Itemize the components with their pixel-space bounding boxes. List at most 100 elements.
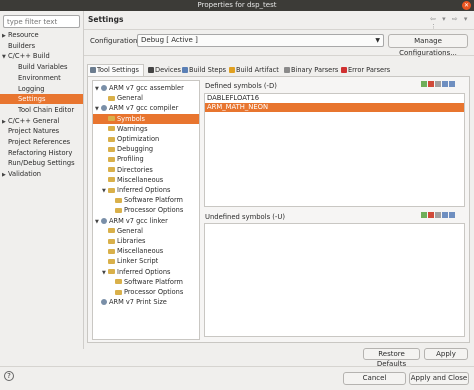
sidebar-item[interactable]: ▶ Validation (0, 169, 83, 179)
tree-node[interactable]: ARM v7 Print Size (93, 297, 167, 307)
tree-node-label: Miscellaneous (117, 247, 164, 256)
tree-node[interactable]: General (93, 93, 143, 103)
sidebar-item[interactable]: Builders (0, 41, 83, 51)
configuration-value: Debug [ Active ] (141, 36, 198, 44)
configuration-select[interactable]: Debug [ Active ] ▼ (137, 34, 384, 47)
gear-icon (101, 85, 107, 91)
sidebar-item[interactable]: ▼ C/C++ Build (0, 51, 83, 61)
sidebar-item[interactable]: ▶ C/C++ General (0, 116, 83, 126)
tree-node[interactable]: Software Platform (93, 195, 183, 205)
tree-node[interactable]: ▼ Inferred Options (93, 185, 170, 195)
tab-icon (341, 67, 347, 73)
folder-icon (108, 167, 115, 173)
sidebar-item[interactable]: Logging (0, 84, 83, 94)
tree-node[interactable]: Symbols (93, 113, 199, 124)
tree-node[interactable]: Processor Options (93, 205, 183, 215)
tree-node[interactable]: Processor Options (93, 287, 183, 297)
tab-label: Build Steps (189, 66, 227, 74)
delete-icon[interactable] (428, 81, 434, 87)
delete-icon[interactable] (428, 212, 434, 218)
sidebar-item[interactable]: Run/Debug Settings (0, 158, 83, 168)
tree-node[interactable]: Profiling (93, 154, 144, 164)
tab[interactable]: Error Parsers (338, 64, 390, 76)
move-down-icon[interactable] (449, 212, 455, 218)
sidebar-item[interactable]: Environment (0, 73, 83, 83)
tree-node[interactable]: ▼ ARM v7 gcc assembler (93, 83, 184, 93)
edit-icon[interactable] (435, 81, 441, 87)
sidebar-item[interactable]: Build Variables (0, 62, 83, 72)
properties-dialog: Properties for dsp_test ✕ ▶ResourceBuild… (0, 0, 474, 390)
tool-settings-tree: ▼ ARM v7 gcc assembler General ▼ ARM v7 gcc … (92, 80, 200, 340)
apply-and-close-button[interactable]: Apply and Close (409, 372, 469, 385)
tab-label: Devices (155, 66, 181, 74)
folder-icon (115, 197, 122, 203)
sidebar-item[interactable]: Project References (0, 137, 83, 147)
tab[interactable]: Devices (145, 64, 181, 76)
folder-icon (108, 269, 115, 275)
undefined-symbols-toolbar (421, 212, 456, 220)
sidebar-item-label: Tool Chain Editor (18, 105, 75, 114)
tree-node[interactable]: Debugging (93, 144, 153, 154)
sidebar-item[interactable]: ▶ Resource (0, 30, 83, 40)
defined-symbols-list[interactable]: DABLEFLOAT16 ARM_MATH_NEON (204, 93, 465, 207)
sidebar-item-label: C/C++ General (8, 116, 60, 125)
apply-button[interactable]: Apply (424, 348, 468, 360)
sidebar-item-label: C/C++ Build (8, 52, 50, 61)
sidebar-item-label: Run/Debug Settings (8, 159, 75, 168)
list-item[interactable]: ARM_MATH_NEON (205, 103, 464, 112)
sidebar-item[interactable]: Project Natures (0, 126, 83, 136)
move-up-icon[interactable] (442, 212, 448, 218)
add-icon[interactable] (421, 212, 427, 218)
tree-node[interactable]: ▼ ARM v7 gcc compiler (93, 103, 178, 113)
tree-node[interactable]: Optimization (93, 134, 159, 144)
tree-node-label: Symbols (117, 114, 145, 123)
tree-node-label: Linker Script (117, 257, 159, 266)
tree-node-label: Processor Options (124, 206, 184, 215)
chevron-down-icon: ▼ (375, 37, 380, 44)
edit-icon[interactable] (435, 212, 441, 218)
tree-node-label: Debugging (117, 145, 154, 154)
folder-icon (108, 116, 115, 122)
tree-node[interactable]: General (93, 226, 143, 236)
restore-defaults-button[interactable]: Restore Defaults (363, 348, 420, 368)
tab[interactable]: Binary Parsers (281, 64, 338, 76)
tree-node[interactable]: Directories (93, 165, 153, 175)
close-icon[interactable]: ✕ (462, 1, 471, 10)
tree-node[interactable]: Software Platform (93, 277, 183, 287)
sidebar-item[interactable]: Tool Chain Editor (0, 105, 83, 115)
sidebar-item[interactable]: Settings (0, 94, 83, 105)
tab-label: Tool Settings (97, 66, 139, 74)
sidebar-item[interactable]: Refactoring History (0, 148, 83, 158)
tree-node[interactable]: Libraries (93, 236, 145, 246)
folder-icon (115, 279, 122, 285)
tree-node-label: ARM v7 gcc assembler (109, 84, 184, 92)
help-icon[interactable]: ? (4, 371, 14, 381)
cancel-button[interactable]: Cancel (343, 372, 406, 385)
manage-configurations-button[interactable]: Manage Configurations... (388, 34, 468, 57)
folder-icon (108, 136, 115, 142)
sidebar-item-label: Logging (18, 84, 45, 93)
tree-node-label: ARM v7 gcc linker (109, 216, 168, 225)
pane-divider[interactable] (83, 11, 84, 349)
sidebar-item-label: Settings (18, 95, 46, 104)
tree-node-label: Software Platform (124, 277, 183, 286)
tree-node[interactable]: ▼ ARM v7 gcc linker (93, 216, 168, 226)
filter-input[interactable] (3, 15, 80, 28)
list-item[interactable]: DABLEFLOAT16 (205, 94, 464, 103)
undefined-symbols-list[interactable] (204, 223, 465, 337)
tab[interactable]: Build Steps (179, 64, 227, 76)
tree-node[interactable]: ▼ Inferred Options (93, 267, 170, 277)
tree-node[interactable]: Linker Script (93, 256, 158, 266)
tab[interactable]: Tool Settings (87, 64, 144, 76)
tree-node[interactable]: Miscellaneous (93, 175, 163, 185)
sidebar-item-label: Refactoring History (8, 148, 73, 157)
title-bar: Properties for dsp_test ✕ (0, 0, 474, 11)
tab[interactable]: Build Artifact (226, 64, 280, 76)
tree-node[interactable]: Miscellaneous (93, 246, 163, 256)
add-icon[interactable] (421, 81, 427, 87)
tree-node[interactable]: Warnings (93, 124, 148, 134)
tree-node-label: Optimization (117, 135, 160, 143)
move-up-icon[interactable] (442, 81, 448, 87)
move-down-icon[interactable] (449, 81, 455, 87)
tree-node-label: ARM v7 Print Size (109, 298, 167, 307)
